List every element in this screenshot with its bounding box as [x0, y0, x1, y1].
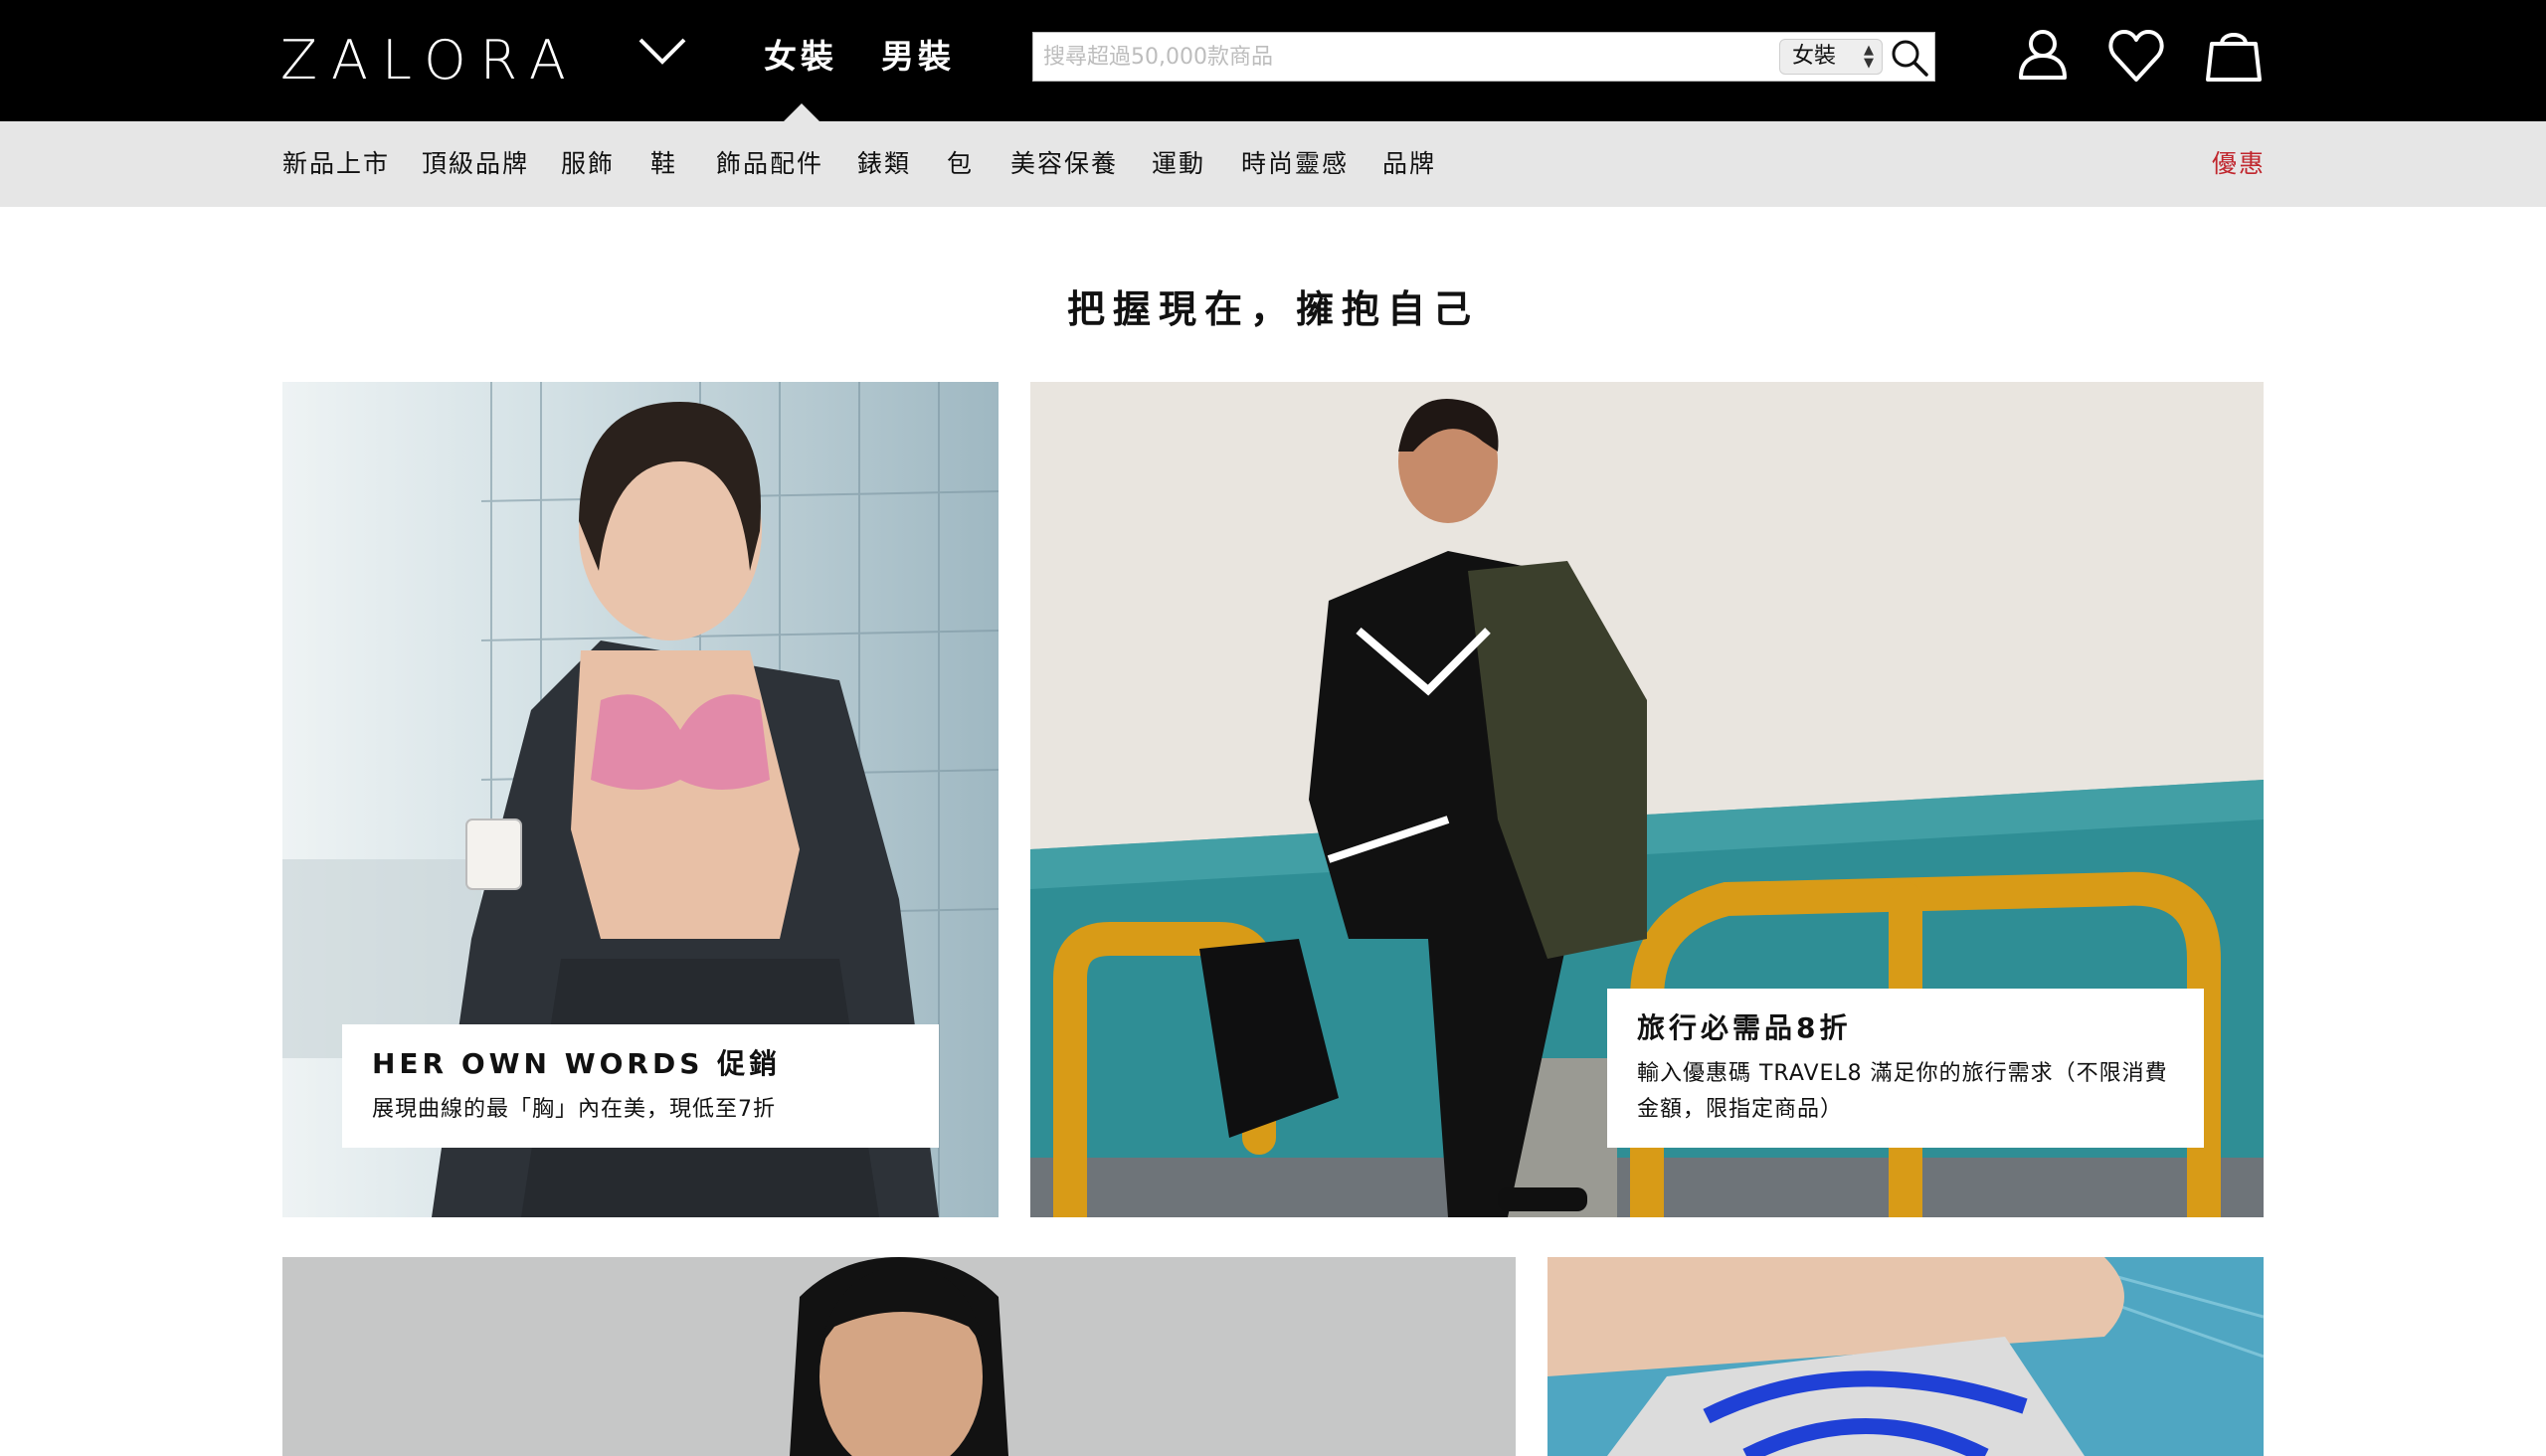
search-scope-select[interactable]: 女裝 ▲ ▼ — [1779, 39, 1883, 75]
nav-item-beauty[interactable]: 美容保養 — [1010, 121, 1118, 207]
nav-item-bags[interactable]: 包 — [947, 121, 974, 207]
heart-icon[interactable] — [2104, 24, 2168, 88]
nav-item-clothing[interactable]: 服飾 — [561, 121, 615, 207]
account-icon[interactable] — [2011, 24, 2075, 88]
banner-description: 展現曲線的最「胸」內在美，現低至7折 — [372, 1097, 776, 1122]
banner-travel-essentials[interactable]: 旅行必需品8折 輸入優惠碼 TRAVEL8 滿足你的旅行需求（不限消費金額，限指… — [1030, 382, 2264, 1217]
banner-image-portrait — [282, 1257, 1516, 1456]
banner-model-portrait[interactable] — [282, 1257, 1516, 1456]
search-input[interactable] — [1033, 33, 1769, 81]
nav-item-new-arrivals[interactable]: 新品上市 — [282, 121, 390, 207]
banner-her-own-words[interactable]: HER OWN WORDS 促銷 展現曲線的最「胸」內在美，現低至7折 — [282, 382, 999, 1217]
nav-item-watches[interactable]: 錶類 — [857, 121, 911, 207]
tab-men[interactable]: 男裝 — [881, 30, 955, 84]
banner-caption: HER OWN WORDS 促銷 展現曲線的最「胸」內在美，現低至7折 — [342, 1024, 939, 1148]
nav-item-brands[interactable]: 品牌 — [1382, 121, 1436, 207]
chevron-down-icon[interactable] — [636, 34, 688, 68]
top-header: ZALORA 女裝 男裝 女裝 ▲▼ — [0, 0, 2546, 121]
shopping-bag-icon[interactable] — [2202, 24, 2266, 88]
page-headline: 把握現在，擁抱自己 — [1066, 287, 1479, 331]
nav-item-top-brands[interactable]: 頂級品牌 — [422, 121, 529, 207]
category-nav: 新品上市 頂級品牌 服飾 鞋 飾品配件 錶類 包 美容保養 運動 時尚靈感 品牌… — [0, 121, 2546, 207]
nav-item-sports[interactable]: 運動 — [1152, 121, 1205, 207]
nav-item-inspiration[interactable]: 時尚靈感 — [1241, 121, 1349, 207]
active-tab-indicator — [784, 103, 819, 121]
banner-title: HER OWN WORDS 促銷 — [372, 1047, 782, 1080]
banner-title: 旅行必需品8折 — [1637, 1011, 1852, 1044]
nav-item-shoes[interactable]: 鞋 — [650, 121, 677, 207]
nav-item-accessories[interactable]: 飾品配件 — [716, 121, 823, 207]
banner-caption: 旅行必需品8折 輸入優惠碼 TRAVEL8 滿足你的旅行需求（不限消費金額，限指… — [1607, 989, 2204, 1148]
tab-women[interactable]: 女裝 — [764, 30, 837, 84]
banner-image-sandals — [1547, 1257, 2264, 1456]
logo-text: ZALORA — [280, 28, 580, 91]
search-icon[interactable] — [1889, 37, 1930, 79]
banner-description: 輸入優惠碼 TRAVEL8 滿足你的旅行需求（不限消費金額，限指定商品） — [1637, 1061, 2168, 1122]
select-arrows-icon: ▲ ▼ — [1864, 43, 1874, 71]
zalora-logo[interactable]: ZALORA — [280, 20, 580, 99]
nav-item-promo[interactable]: 優惠 — [2212, 121, 2266, 207]
search-bar: 女裝 ▲▼ — [1032, 32, 1935, 82]
banner-sandals[interactable] — [1547, 1257, 2264, 1456]
search-scope-value: 女裝 — [1792, 44, 1837, 69]
